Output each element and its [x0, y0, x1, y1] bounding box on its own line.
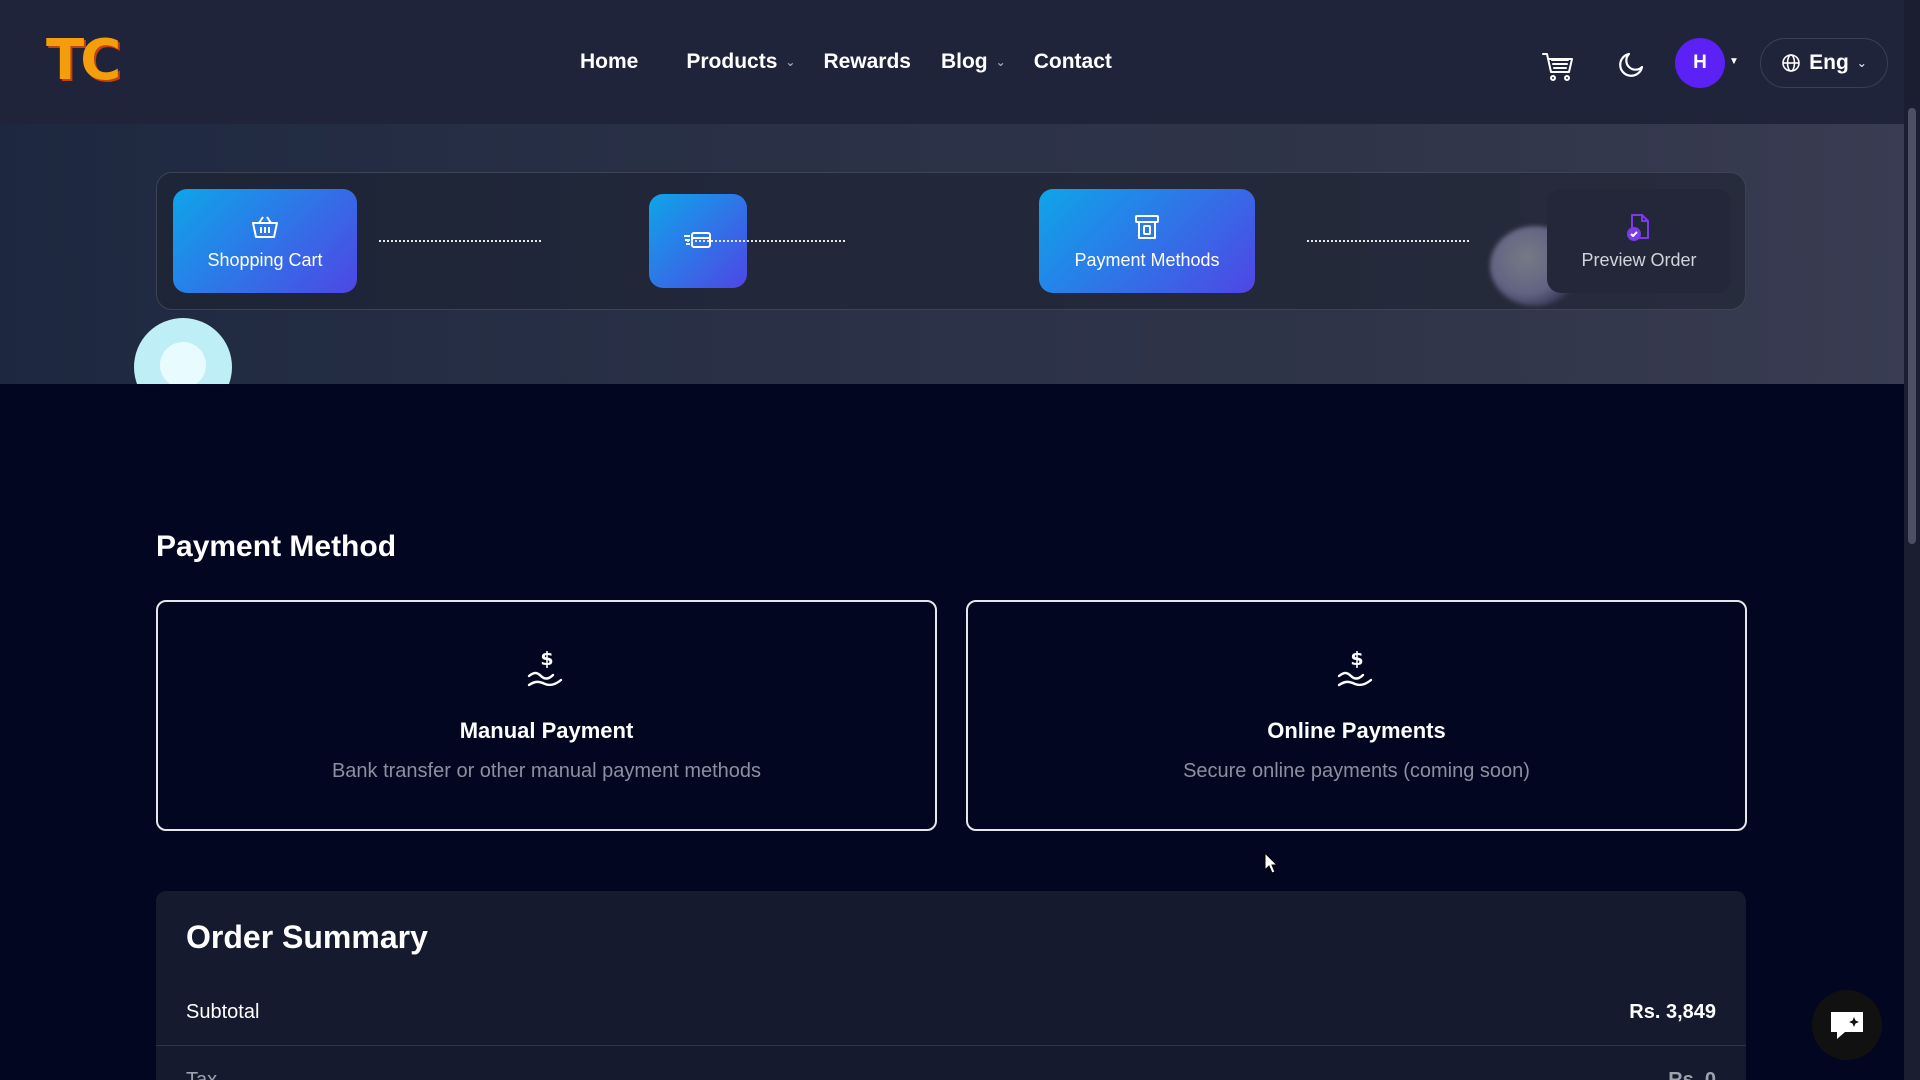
- caret-down-icon[interactable]: ▼: [1729, 56, 1739, 67]
- globe-icon: [1782, 54, 1800, 72]
- site-logo[interactable]: TC: [46, 33, 121, 89]
- summary-row-subtotal: Subtotal Rs. 3,849: [186, 1001, 1716, 1024]
- chevron-down-icon: ⌄: [785, 55, 796, 69]
- payment-method-title: Payment Method: [156, 530, 397, 563]
- checkout-hero: Shopping Cart Payment Methods Preview Or…: [0, 124, 1904, 384]
- order-summary: Order Summary Subtotal Rs. 3,849 Tax Rs.…: [156, 891, 1746, 1080]
- option-title: Online Payments: [1267, 718, 1446, 743]
- summary-label: Tax: [186, 1069, 218, 1080]
- step-connector: [1307, 240, 1471, 242]
- dollar-hand-icon: $: [527, 648, 562, 687]
- chevron-down-icon: ⌄: [1856, 56, 1867, 70]
- logo-text: TC: [46, 28, 121, 93]
- scrollbar-thumb[interactable]: [1908, 108, 1916, 544]
- nav-rewards[interactable]: Rewards: [823, 50, 911, 74]
- moon-icon[interactable]: [1616, 48, 1648, 80]
- option-description: Bank transfer or other manual payment me…: [331, 760, 762, 782]
- page-scrollbar[interactable]: [1904, 0, 1920, 1080]
- summary-divider: [156, 1045, 1746, 1046]
- cart-icon[interactable]: [1540, 48, 1576, 84]
- chat-icon: [1831, 1012, 1863, 1039]
- step-payment-methods[interactable]: Payment Methods: [1039, 189, 1255, 293]
- document-check-icon: [1627, 213, 1649, 241]
- main-nav: Home Products ⌄ Rewards Blog ⌄ Contact: [580, 44, 1112, 80]
- order-summary-title: Order Summary: [186, 919, 428, 955]
- online-payment-option[interactable]: $ Online Payments Secure online payments…: [966, 600, 1747, 831]
- language-selector[interactable]: Eng ⌄: [1760, 38, 1888, 88]
- summary-value: Rs. 0: [1668, 1069, 1716, 1080]
- chevron-down-icon: ⌄: [995, 55, 1006, 69]
- nav-products[interactable]: Products ⌄: [686, 50, 795, 74]
- payment-icon: [1135, 214, 1159, 239]
- step-connector: [687, 240, 847, 242]
- nav-home-label: Home: [580, 50, 639, 73]
- summary-row-tax: Tax Rs. 0: [186, 1069, 1716, 1080]
- manual-payment-option[interactable]: $ Manual Payment Bank transfer or other …: [156, 600, 937, 831]
- summary-label: Subtotal: [186, 1001, 260, 1023]
- step-label: Payment Methods: [1074, 249, 1220, 270]
- step-label: Preview Order: [1581, 249, 1697, 270]
- svg-text:$: $: [540, 648, 553, 670]
- nav-contact[interactable]: Contact: [1034, 50, 1112, 74]
- step-connector: [379, 240, 543, 242]
- svg-text:$: $: [1350, 648, 1363, 670]
- step-shopping-cart[interactable]: Shopping Cart: [173, 189, 357, 293]
- option-description: Secure online payments (coming soon): [1183, 760, 1530, 782]
- chat-button[interactable]: [1812, 990, 1882, 1060]
- nav-blog-label: Blog: [940, 50, 988, 73]
- checkout-stepper: Shopping Cart Payment Methods Preview Or…: [156, 172, 1746, 310]
- nav-contact-label: Contact: [1033, 50, 1112, 73]
- summary-value: Rs. 3,849: [1629, 1001, 1716, 1023]
- nav-rewards-label: Rewards: [823, 50, 911, 73]
- basket-icon: [252, 215, 278, 238]
- decorative-circle: [134, 318, 232, 384]
- dollar-hand-icon: $: [1337, 648, 1372, 687]
- nav-home[interactable]: Home: [580, 50, 638, 74]
- option-title: Manual Payment: [459, 718, 634, 743]
- nav-blog[interactable]: Blog ⌄: [941, 50, 1006, 74]
- step-label: Shopping Cart: [207, 249, 323, 270]
- avatar-initial: H: [1693, 52, 1707, 73]
- nav-products-label: Products: [686, 50, 778, 73]
- language-label: Eng: [1809, 51, 1849, 74]
- avatar[interactable]: H: [1675, 38, 1725, 88]
- mouse-cursor-icon: [1264, 852, 1278, 874]
- step-preview-order[interactable]: Preview Order: [1547, 189, 1731, 293]
